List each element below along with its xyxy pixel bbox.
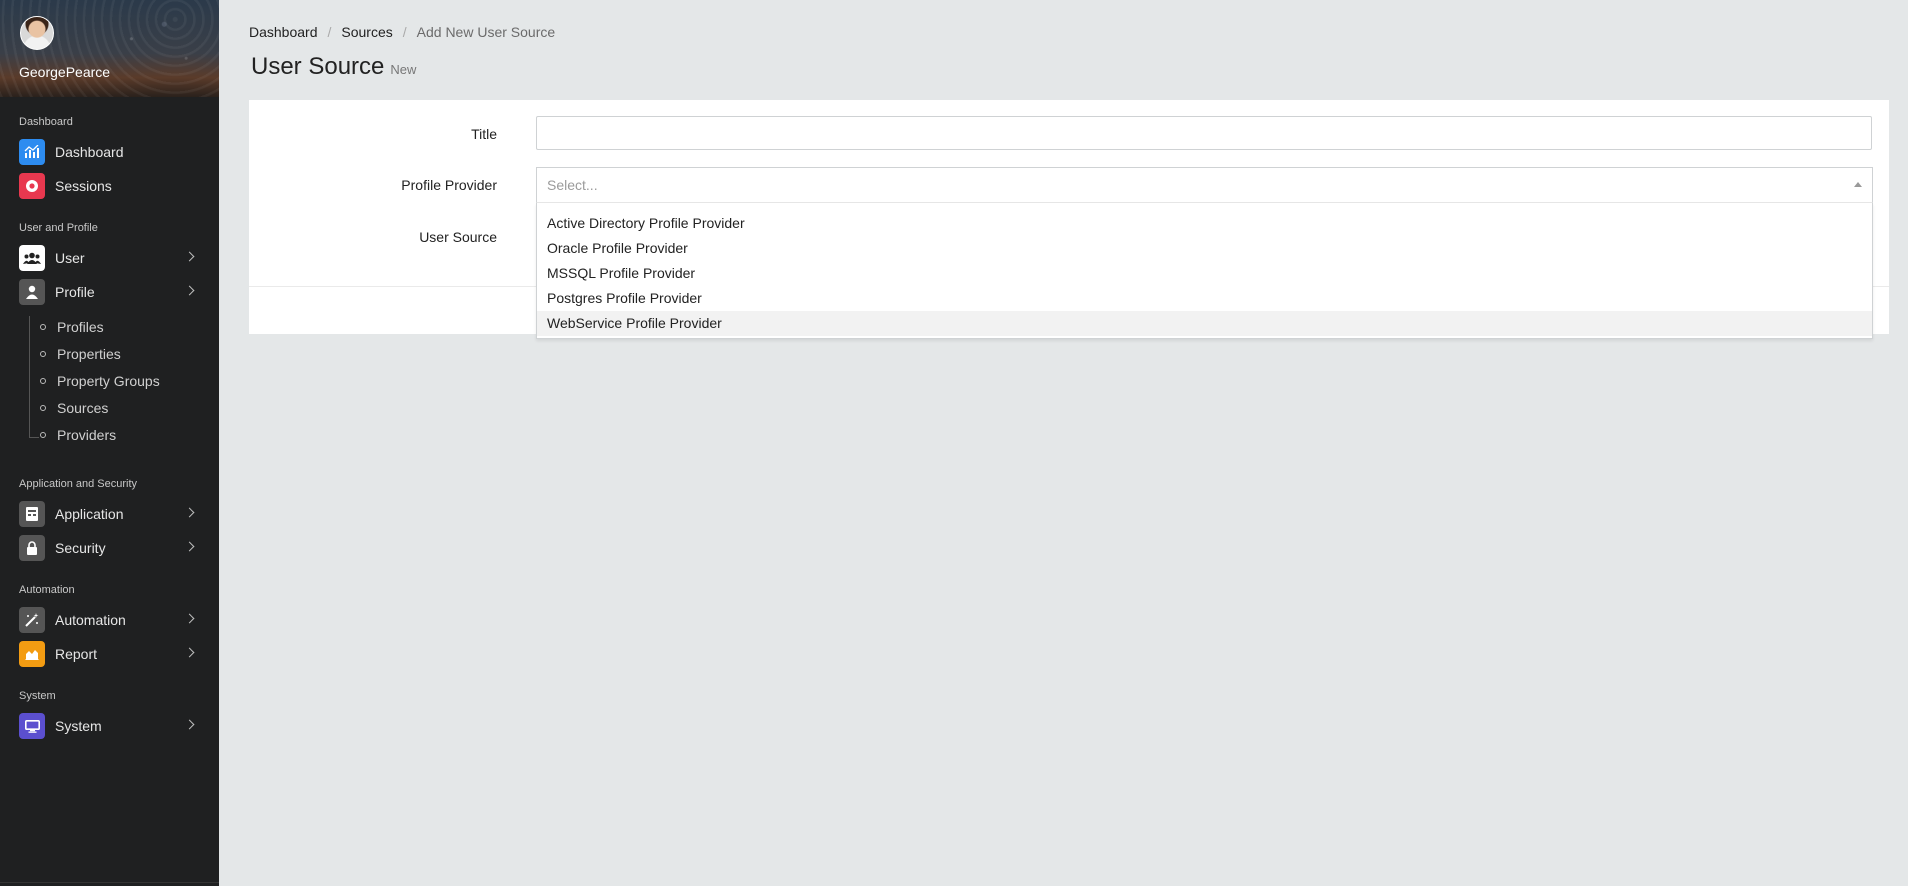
sidebar-item-system[interactable]: System (19, 713, 199, 739)
sidebar-subitem-profiles[interactable]: Profiles (40, 318, 104, 336)
sidebar-subitem-label: Profiles (57, 319, 104, 335)
breadcrumb-dashboard[interactable]: Dashboard (249, 24, 318, 40)
sidebar-item-application[interactable]: Application (19, 501, 199, 527)
sidebar-item-label: System (55, 718, 102, 734)
sidebar-item-label: Application (55, 506, 124, 522)
sidebar-subitem-label: Property Groups (57, 373, 160, 389)
area-chart-icon (19, 641, 45, 667)
user-source-label: User Source (419, 229, 497, 245)
sidebar-subitem-sources[interactable]: Sources (40, 399, 108, 417)
chevron-right-icon (184, 647, 195, 658)
username[interactable]: GeorgePearce (19, 64, 110, 80)
sidebar-item-profile[interactable]: Profile (19, 279, 199, 305)
page-subtitle: New (390, 62, 417, 77)
sidebar-item-label: Sessions (55, 178, 112, 194)
sidebar-subitem-property-groups[interactable]: Property Groups (40, 372, 160, 390)
chevron-right-icon (184, 719, 195, 730)
sidebar-item-label: Dashboard (55, 144, 124, 160)
option-oracle[interactable]: Oracle Profile Provider (537, 236, 1872, 261)
breadcrumb-sources[interactable]: Sources (341, 24, 392, 40)
app-icon (19, 501, 45, 527)
chart-icon (19, 139, 45, 165)
sidebar-subitem-providers[interactable]: Providers (40, 426, 116, 444)
sidebar-item-label: Profile (55, 284, 95, 300)
section-system: System (19, 690, 56, 702)
chevron-right-icon (184, 251, 195, 262)
magic-wand-icon (19, 607, 45, 633)
section-automation: Automation (19, 584, 75, 596)
sidebar-item-label: Security (55, 540, 106, 556)
sidebar-item-dashboard[interactable]: Dashboard (19, 139, 199, 165)
sidebar: GeorgePearce Dashboard Dashboard Session… (0, 0, 219, 886)
sidebar-subitem-label: Sources (57, 400, 109, 416)
option-mssql[interactable]: MSSQL Profile Provider (537, 261, 1872, 286)
title-label: Title (471, 126, 497, 142)
section-user-and-profile: User and Profile (19, 222, 98, 234)
sidebar-footer (0, 882, 219, 886)
select-placeholder: Select... (547, 177, 598, 193)
bullet-icon (40, 351, 46, 357)
breadcrumb: Dashboard / Sources / Add New User Sourc… (249, 24, 555, 40)
sidebar-item-automation[interactable]: Automation (19, 607, 199, 633)
sidebar-item-sessions[interactable]: Sessions (19, 173, 199, 199)
bullet-icon (40, 324, 46, 330)
section-application-and-security: Application and Security (19, 478, 138, 490)
breadcrumb-separator: / (327, 24, 332, 40)
person-icon (19, 279, 45, 305)
option-webservice[interactable]: WebService Profile Provider (537, 311, 1872, 336)
chevron-right-icon (184, 285, 195, 296)
user-panel: GeorgePearce (0, 0, 219, 97)
chevron-right-icon (184, 507, 195, 518)
profile-provider-label: Profile Provider (401, 177, 497, 193)
bullet-icon (40, 405, 46, 411)
option-postgres[interactable]: Postgres Profile Provider (537, 286, 1872, 311)
sidebar-item-security[interactable]: Security (19, 535, 199, 561)
sidebar-item-report[interactable]: Report (19, 641, 199, 667)
caret-up-icon[interactable] (1854, 182, 1862, 187)
sidebar-subitem-label: Properties (57, 346, 121, 362)
title-input[interactable] (536, 116, 1872, 150)
sidebar-item-user[interactable]: User (19, 245, 199, 271)
page-title-text: User Source (251, 53, 385, 80)
bullet-icon (40, 432, 46, 438)
sidebar-item-label: User (55, 250, 85, 266)
monitor-icon (19, 713, 45, 739)
chevron-right-icon (184, 613, 195, 624)
section-dashboard: Dashboard (19, 116, 73, 128)
profile-provider-select[interactable]: Select... (536, 167, 1873, 203)
breadcrumb-separator: / (402, 24, 407, 40)
sidebar-item-label: Report (55, 646, 98, 662)
record-icon (19, 173, 45, 199)
sidebar-subitem-properties[interactable]: Properties (40, 345, 121, 363)
breadcrumb-current: Add New User Source (416, 24, 556, 40)
bullet-icon (40, 378, 46, 384)
users-icon (19, 245, 45, 271)
chevron-right-icon (184, 541, 195, 552)
avatar[interactable] (20, 16, 54, 50)
page-title: User Source New (251, 53, 416, 81)
lock-icon (19, 535, 45, 561)
profile-provider-dropdown: Active Directory Profile Provider Oracle… (536, 203, 1873, 339)
sidebar-item-label: Automation (55, 612, 126, 628)
option-active-directory[interactable]: Active Directory Profile Provider (537, 211, 1872, 236)
subtree-line-end (29, 437, 39, 438)
sidebar-subitem-label: Providers (57, 427, 117, 443)
subtree-line (29, 316, 30, 438)
